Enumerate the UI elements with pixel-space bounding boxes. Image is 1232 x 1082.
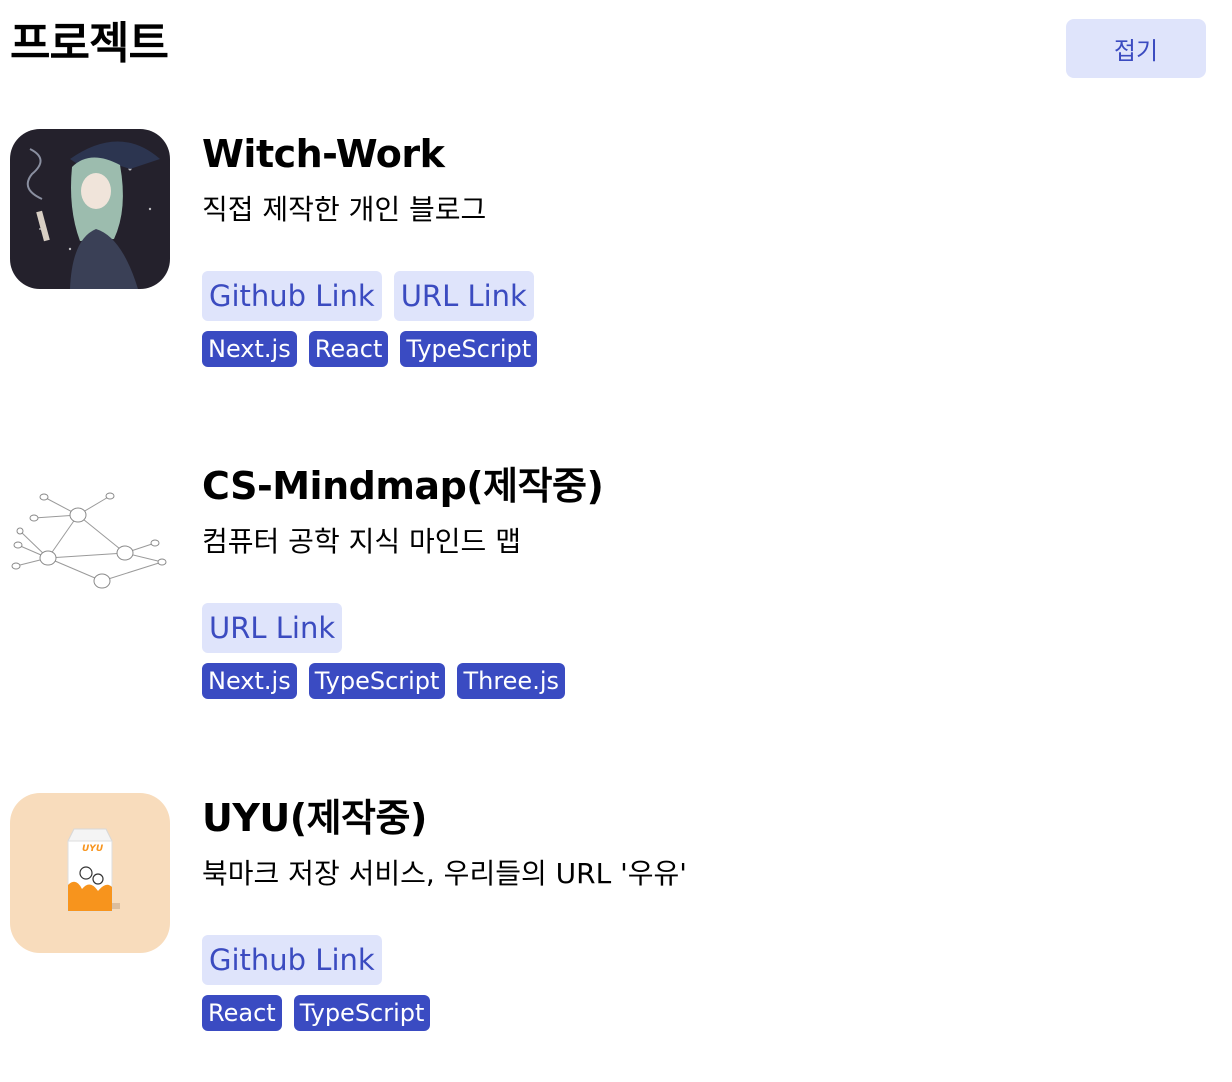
project-info: Witch-Work 직접 제작한 개인 블로그 Github Link URL… (202, 129, 538, 367)
github-link[interactable]: Github Link (202, 935, 382, 985)
github-link[interactable]: Github Link (202, 271, 382, 321)
milk-carton-icon: UYU (10, 793, 170, 953)
tech-tag: Next.js (202, 663, 297, 699)
tech-tag: TypeScript (308, 663, 446, 699)
projects-section: 프로젝트 접기 Witch-Work 직접 제작한 개인 블로그 Github … (10, 0, 1206, 1031)
project-title: Witch-Work (202, 132, 445, 176)
section-header: 프로젝트 접기 (10, 0, 1206, 90)
project-description: 컴퓨터 공학 지식 마인드 맵 (202, 525, 521, 558)
project-card-cs-mindmap: CS-Mindmap(제작중) 컴퓨터 공학 지식 마인드 맵 URL Link… (10, 461, 1206, 721)
milk-carton-thumbnail: UYU (10, 793, 170, 953)
project-description: 북마크 저장 서비스, 우리들의 URL '우유' (202, 857, 687, 890)
project-info: UYU(제작중) 북마크 저장 서비스, 우리들의 URL '우유' Githu… (202, 793, 687, 1031)
project-links: Github Link (202, 935, 687, 985)
tech-tag: React (308, 331, 389, 367)
tech-tag: Three.js (457, 663, 565, 699)
tech-tag: React (202, 995, 282, 1031)
url-link[interactable]: URL Link (393, 271, 534, 321)
tech-tag: Next.js (202, 331, 297, 367)
project-links: Github Link URL Link (202, 271, 537, 321)
page-title: 프로젝트 (10, 18, 169, 69)
project-card-uyu: UYU UYU(제작중) 북마크 저장 서비스, 우리들의 URL '우유' G… (10, 793, 1206, 1053)
project-card-witch-work: Witch-Work 직접 제작한 개인 블로그 Github Link URL… (10, 129, 1206, 389)
witch-illustration-icon (10, 129, 170, 289)
project-links: URL Link (202, 603, 603, 653)
tech-tag: TypeScript (400, 331, 538, 367)
mindmap-graph-icon (10, 461, 170, 621)
project-info: CS-Mindmap(제작중) 컴퓨터 공학 지식 마인드 맵 URL Link… (202, 461, 604, 699)
mindmap-graph-thumbnail (10, 461, 170, 621)
project-title: CS-Mindmap(제작중) (202, 464, 604, 508)
tech-tags: Next.js TypeScript Three.js (202, 663, 603, 699)
uyu-logo-text: UYU (82, 844, 104, 854)
url-link[interactable]: URL Link (202, 603, 343, 653)
witch-illustration-thumbnail (10, 129, 170, 289)
tech-tags: Next.js React TypeScript (202, 331, 538, 367)
collapse-button[interactable]: 접기 (1066, 19, 1206, 78)
tech-tags: React TypeScript (202, 995, 687, 1031)
project-title: UYU(제작중) (202, 796, 427, 840)
tech-tag: TypeScript (293, 995, 431, 1031)
project-description: 직접 제작한 개인 블로그 (202, 193, 487, 226)
